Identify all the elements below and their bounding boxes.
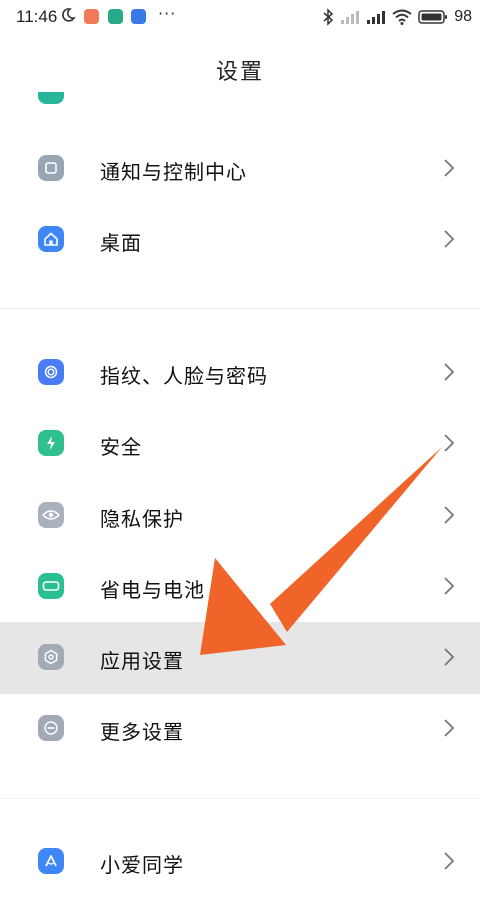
fingerprint-icon [38, 359, 64, 385]
section-divider [0, 798, 480, 799]
battery-icon [38, 573, 64, 599]
home-icon [38, 226, 64, 252]
more-icon: ··· [158, 4, 177, 23]
bluetooth-icon [323, 8, 334, 26]
eye-icon [38, 502, 64, 528]
more-icon [38, 715, 64, 741]
settings-item-label: 省电与电池 [100, 578, 205, 602]
settings-item-label: 安全 [100, 435, 142, 459]
chevron-right-icon [444, 577, 455, 595]
settings-item-label: 指纹、人脸与密码 [100, 364, 268, 388]
settings-item-privacy[interactable]: 隐私保护 [0, 480, 480, 552]
hexagon-icon [38, 644, 64, 670]
settings-item-security[interactable]: 安全 [0, 408, 480, 480]
settings-item-notifications[interactable]: 通知与控制中心 [0, 133, 480, 205]
lightning-icon [38, 430, 64, 456]
settings-item-label: 隐私保护 [100, 507, 184, 531]
chevron-right-icon [444, 719, 455, 737]
app-notification-icon [131, 9, 146, 24]
chevron-right-icon [444, 852, 455, 870]
chevron-right-icon [444, 363, 455, 381]
moon-icon [62, 8, 76, 22]
settings-item-battery[interactable]: 省电与电池 [0, 551, 480, 623]
settings-item-xiaoai[interactable]: 小爱同学 [0, 826, 480, 898]
chevron-right-icon [444, 648, 455, 666]
status-icons: 98 [322, 6, 472, 28]
signal-off-icon [341, 11, 360, 24]
notification-icon [38, 155, 64, 181]
chevron-right-icon [444, 159, 455, 177]
wifi-icon [392, 9, 412, 25]
app-notification-icon [108, 9, 123, 24]
settings-item-fingerprint[interactable]: 指纹、人脸与密码 [0, 337, 480, 409]
battery-percent: 98 [454, 8, 472, 25]
settings-item-label: 更多设置 [100, 720, 184, 744]
settings-item-label: 小爱同学 [100, 853, 184, 877]
settings-item-label: 桌面 [100, 231, 142, 255]
settings-item-app-settings[interactable]: 应用设置 [0, 622, 480, 694]
chevron-right-icon [444, 434, 455, 452]
app-notification-icon [84, 9, 99, 24]
section-divider [0, 308, 480, 309]
xiaoai-icon [38, 848, 64, 874]
status-time: 11:46 [16, 7, 58, 26]
settings-item-desktop[interactable]: 桌面 [0, 204, 480, 276]
partial-list-item[interactable] [0, 92, 480, 106]
settings-item-label: 应用设置 [100, 649, 184, 673]
signal-icon [367, 11, 386, 24]
chevron-right-icon [444, 506, 455, 524]
settings-item-label: 通知与控制中心 [100, 160, 247, 184]
settings-item-icon [38, 92, 64, 104]
settings-item-more-settings[interactable]: 更多设置 [0, 693, 480, 765]
chevron-right-icon [444, 230, 455, 248]
page-title: 设置 [215, 60, 264, 85]
status-bar: 11:46 ··· 98 [0, 0, 480, 34]
battery-icon [418, 10, 448, 24]
